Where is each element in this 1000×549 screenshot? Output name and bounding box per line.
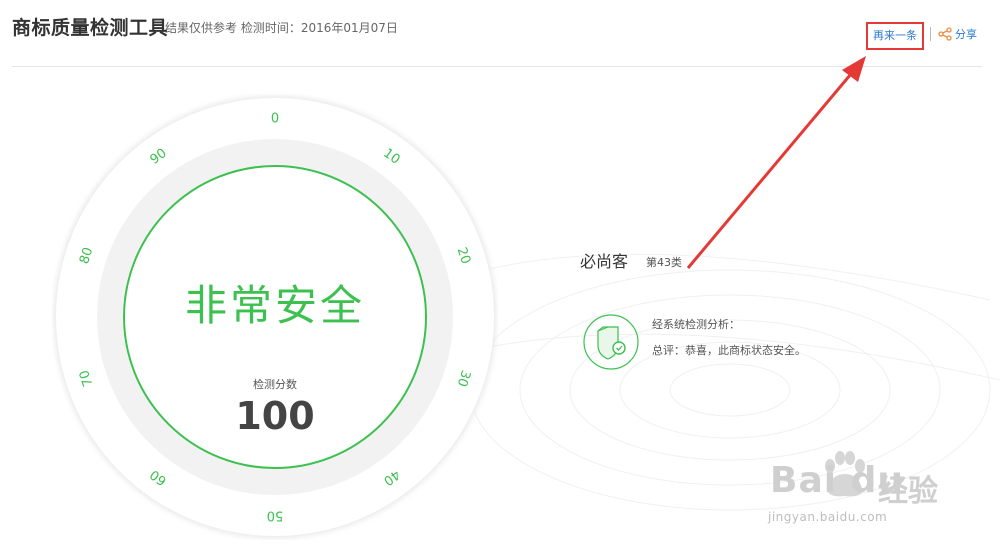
watermark-jingyan: 经验	[878, 474, 938, 509]
watermark-url: jingyan.baidu.com	[768, 510, 888, 524]
baidu-watermark: Bai du 经验 jingyan.baidu.com	[760, 440, 1000, 549]
